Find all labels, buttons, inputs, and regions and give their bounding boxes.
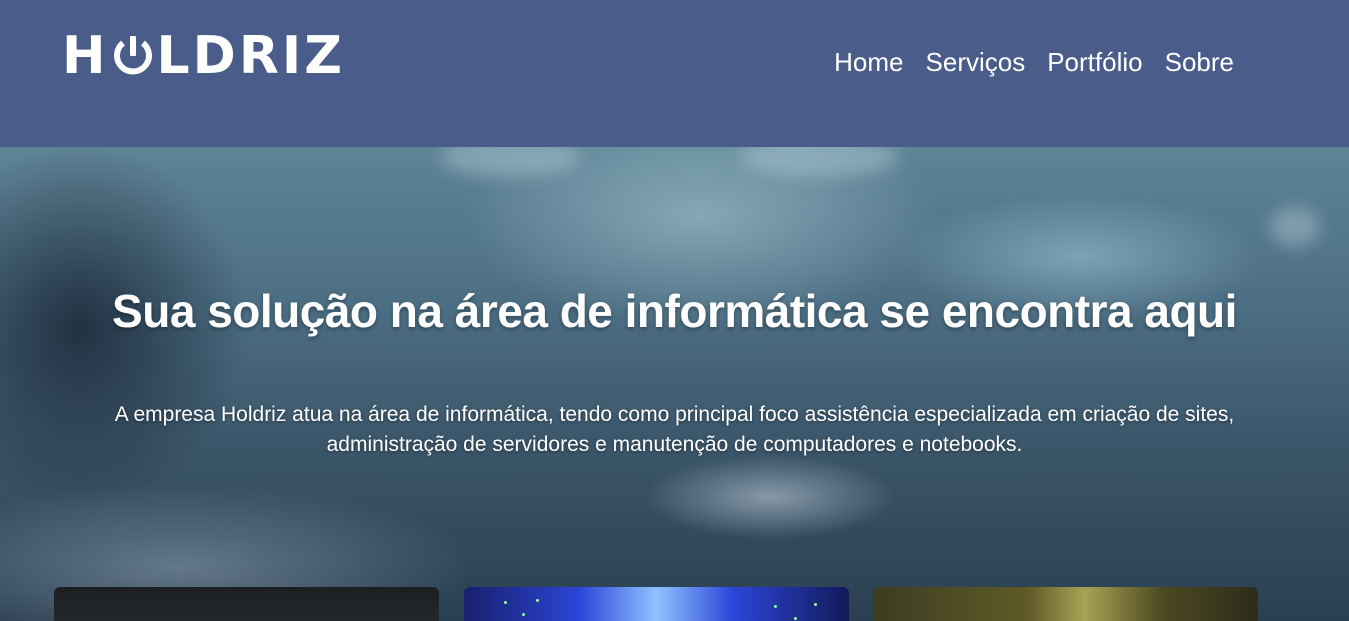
server-led: [794, 617, 797, 620]
background-light: [440, 147, 580, 177]
main-nav: Home Serviços Portfólio Sobre: [834, 44, 1234, 80]
hero-title: Sua solução na área de informática se en…: [112, 284, 1237, 337]
hero-description-line-2: administração de servidores e manutenção…: [326, 433, 1023, 456]
nav-item-servicos[interactable]: Serviços: [926, 44, 1026, 80]
server-led: [522, 613, 525, 616]
hero-description-line-1: A empresa Holdriz atua na área de inform…: [114, 403, 1235, 426]
site-header: H LDRIZ Home Serviços Portfólio Sobre: [0, 0, 1349, 147]
nav-item-home[interactable]: Home: [834, 44, 903, 80]
portfolio-card-2[interactable]: [464, 587, 849, 621]
server-led: [814, 603, 817, 606]
hero-section: Sua solução na área de informática se en…: [0, 147, 1349, 621]
server-led: [774, 605, 777, 608]
logo-text-after: LDRIZ: [156, 26, 345, 86]
logo-text-before: H: [62, 26, 109, 86]
server-led: [536, 599, 539, 602]
power-icon: [113, 36, 152, 75]
background-light: [740, 147, 900, 177]
server-led: [504, 601, 507, 604]
portfolio-card-3[interactable]: [873, 587, 1258, 621]
portfolio-card-1[interactable]: [54, 587, 439, 621]
nav-item-portfolio[interactable]: Portfólio: [1047, 44, 1142, 80]
background-light: [1270, 207, 1320, 247]
logo[interactable]: H LDRIZ: [62, 28, 352, 84]
logo-text: H LDRIZ: [62, 28, 345, 84]
nav-item-sobre[interactable]: Sobre: [1165, 44, 1234, 80]
hero-description: A empresa Holdriz atua na área de inform…: [40, 400, 1309, 460]
